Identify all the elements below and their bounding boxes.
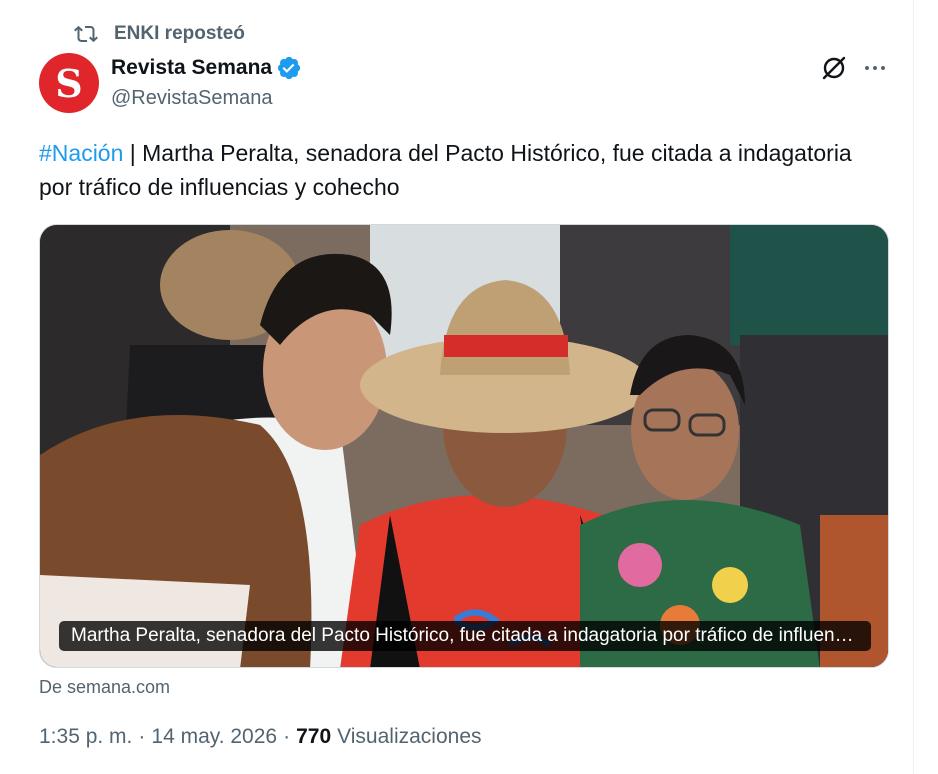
author-name-row[interactable]: Revista Semana xyxy=(111,55,302,81)
avatar-letter: S xyxy=(55,60,83,106)
tweet-text: #Nación | Martha Peralta, senadora del P… xyxy=(39,136,879,204)
repost-label: ENKI reposteó xyxy=(114,23,245,44)
tweet-date[interactable]: 14 may. 2026 xyxy=(151,725,277,749)
meta-separator: · xyxy=(138,725,146,748)
tweet-body: | Martha Peralta, senadora del Pacto His… xyxy=(39,140,852,200)
repost-icon xyxy=(74,25,98,43)
repost-indicator[interactable]: ENKI reposteó xyxy=(74,22,245,46)
views-label: Visualizaciones xyxy=(337,725,482,748)
link-card-image[interactable]: Martha Peralta, senadora del Pacto Histó… xyxy=(39,224,889,668)
grok-icon[interactable] xyxy=(819,53,849,83)
card-caption: Martha Peralta, senadora del Pacto Histó… xyxy=(59,621,871,651)
more-icon[interactable] xyxy=(860,53,890,83)
tweet-card[interactable]: ENKI reposteó S Revista Semana @RevistaS… xyxy=(0,0,914,774)
tweet-meta: 1:35 p. m. · 14 may. 2026 · 770 Visualiz… xyxy=(39,725,482,749)
tweet-time[interactable]: 1:35 p. m. xyxy=(39,725,132,749)
verified-badge-icon[interactable] xyxy=(276,55,302,81)
news-photo xyxy=(40,225,888,667)
hashtag-link[interactable]: #Nación xyxy=(39,140,123,166)
avatar[interactable]: S xyxy=(39,53,99,113)
author-name[interactable]: Revista Semana xyxy=(111,56,272,80)
views-count: 770 xyxy=(296,725,332,748)
card-source[interactable]: De semana.com xyxy=(39,677,170,698)
author-handle[interactable]: @RevistaSemana xyxy=(111,87,272,110)
meta-separator: · xyxy=(283,725,291,748)
